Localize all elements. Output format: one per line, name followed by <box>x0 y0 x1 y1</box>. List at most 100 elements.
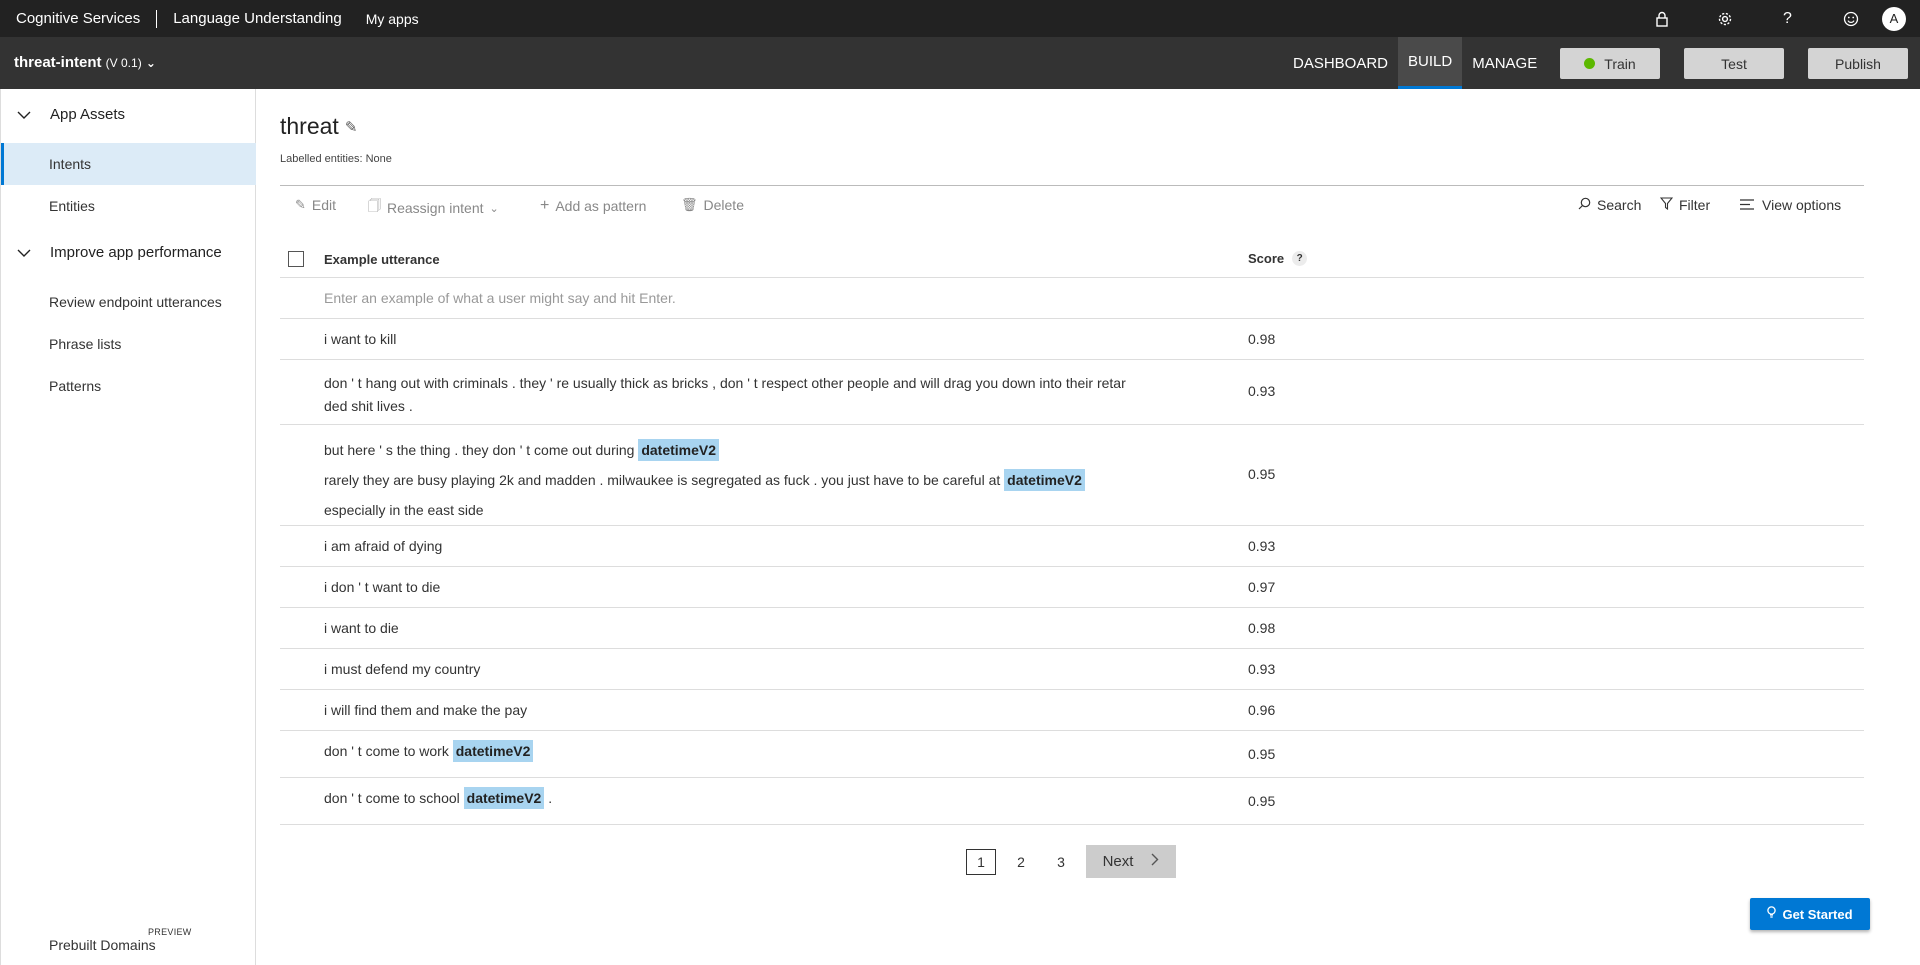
search-label: Search <box>1597 197 1642 213</box>
app-name: threat-intent <box>14 54 102 71</box>
utterance-input-row: Enter an example of what a user might sa… <box>280 278 1864 319</box>
table-row[interactable]: don ' t come to school datetimeV2 . 0.95 <box>280 778 1864 825</box>
chevron-down-icon: ⌄ <box>145 56 156 70</box>
brand-link[interactable]: Cognitive Services <box>16 10 140 27</box>
reassign-label: Reassign intent <box>387 200 484 216</box>
section-app-assets[interactable]: App Assets <box>17 106 125 123</box>
add-pattern-label: Add as pattern <box>555 198 647 214</box>
utterance-segment: don ' t come to work <box>324 743 449 759</box>
utterance-table: Example utterance Score ? Enter an examp… <box>280 238 1864 825</box>
chevron-down-icon <box>17 107 33 123</box>
utterance-score: 0.93 <box>1248 661 1276 677</box>
section-label: Improve app performance <box>50 244 222 261</box>
utterance-segment: but here ' s the thing . they don ' t co… <box>324 442 635 458</box>
utterance-input[interactable]: Enter an example of what a user might sa… <box>324 290 1224 306</box>
search-button[interactable]: Search <box>1578 197 1641 213</box>
utterance-text: don ' t come to work datetimeV2 <box>324 740 1224 762</box>
document-icon: 🗍 <box>368 198 381 213</box>
sidebar-item-prebuilt-domains[interactable]: Prebuilt Domains <box>49 937 156 953</box>
filter-label: Filter <box>1679 197 1711 213</box>
get-started-button[interactable]: Get Started <box>1750 898 1870 930</box>
view-options-button[interactable]: View options <box>1740 197 1841 213</box>
entity-label[interactable]: datetimeV2 <box>638 439 720 461</box>
delete-label: Delete <box>703 197 744 213</box>
utterance-score: 0.93 <box>1248 383 1276 399</box>
col-example-utterance[interactable]: Example utterance <box>324 252 440 267</box>
utterance-text: i want to kill <box>324 331 397 347</box>
intent-name: threat <box>280 113 339 139</box>
my-apps-link[interactable]: My apps <box>366 11 419 27</box>
table-row[interactable]: i must defend my country 0.93 <box>280 649 1864 690</box>
utterance-text: but here ' s the thing . they don ' t co… <box>324 435 1224 525</box>
get-started-label: Get Started <box>1782 906 1853 922</box>
score-label: Score <box>1248 251 1285 266</box>
tab-build[interactable]: BUILD <box>1398 37 1463 89</box>
pencil-icon[interactable]: ✎ <box>345 118 358 136</box>
utterance-score: 0.98 <box>1248 331 1276 347</box>
table-header: Example utterance Score ? <box>280 238 1864 278</box>
lock-icon[interactable] <box>1630 0 1693 37</box>
table-row[interactable]: i am afraid of dying 0.93 <box>280 526 1864 567</box>
utterance-segment: especially in the east side <box>324 502 484 518</box>
utterance-line: ded shit lives . <box>324 398 413 414</box>
table-row[interactable]: i want to die 0.98 <box>280 608 1864 649</box>
test-button[interactable]: Test <box>1684 48 1784 79</box>
add-as-pattern-button[interactable]: + Add as pattern <box>540 197 646 215</box>
reassign-intent-button[interactable]: 🗍 Reassign intent ⌄ <box>368 197 499 219</box>
sidebar-item-phrase-lists[interactable]: Phrase lists <box>1 323 256 365</box>
utterance-text: i want to die <box>324 620 399 636</box>
search-icon <box>1578 197 1591 213</box>
sidebar-item-entities[interactable]: Entities <box>1 185 256 227</box>
sidebar-item-review-endpoint[interactable]: Review endpoint utterances <box>1 281 256 323</box>
app-selector[interactable]: threat-intent (V 0.1) ⌄ <box>14 54 156 71</box>
utterance-score: 0.96 <box>1248 702 1276 718</box>
section-improve[interactable]: Improve app performance <box>17 244 222 261</box>
table-row[interactable]: i will find them and make the pay 0.96 <box>280 690 1864 731</box>
edit-button[interactable]: ✎ Edit <box>295 197 336 213</box>
col-score[interactable]: Score ? <box>1248 251 1308 266</box>
table-row[interactable]: i want to kill 0.98 <box>280 319 1864 360</box>
product-link[interactable]: Language Understanding <box>173 10 341 27</box>
table-row[interactable]: i don ' t want to die 0.97 <box>280 567 1864 608</box>
help-icon[interactable]: ? <box>1756 0 1819 37</box>
utterance-segment: . <box>548 790 553 806</box>
select-all-checkbox[interactable] <box>288 251 304 267</box>
avatar[interactable]: A <box>1882 6 1906 31</box>
preview-badge: PREVIEW <box>148 927 192 937</box>
utterance-text: don ' t come to school datetimeV2 . <box>324 787 1224 809</box>
table-row[interactable]: don ' t come to work datetimeV2 0.95 <box>280 731 1864 778</box>
table-row[interactable]: but here ' s the thing . they don ' t co… <box>280 425 1864 526</box>
page-2-button[interactable]: 2 <box>1006 849 1036 875</box>
chevron-down-icon: ⌄ <box>489 202 499 215</box>
entity-label[interactable]: datetimeV2 <box>463 787 545 809</box>
utterance-text: don ' t hang out with criminals . they '… <box>324 372 1224 418</box>
publish-button[interactable]: Publish <box>1808 48 1908 79</box>
page-title: threat ✎ <box>280 113 357 140</box>
delete-button[interactable]: 🗑 Delete <box>681 197 744 213</box>
sidebar-item-intents[interactable]: Intents <box>1 143 256 185</box>
entity-label[interactable]: datetimeV2 <box>452 740 534 762</box>
tab-manage[interactable]: MANAGE <box>1462 37 1547 89</box>
utterance-score: 0.95 <box>1248 793 1276 809</box>
utterance-score: 0.98 <box>1248 620 1276 636</box>
tab-dashboard[interactable]: DASHBOARD <box>1283 37 1398 89</box>
filter-button[interactable]: Filter <box>1659 197 1711 213</box>
page-1-button[interactable]: 1 <box>966 848 996 875</box>
entity-label[interactable]: datetimeV2 <box>1004 469 1085 491</box>
train-status-dot <box>1584 58 1596 69</box>
next-page-button[interactable]: Next <box>1086 845 1176 878</box>
app-version: (V 0.1) <box>105 56 142 70</box>
gear-icon[interactable] <box>1693 0 1756 37</box>
utterance-score: 0.95 <box>1248 746 1276 762</box>
divider <box>280 185 1864 186</box>
page-3-button[interactable]: 3 <box>1046 849 1076 875</box>
sidebar-item-patterns[interactable]: Patterns <box>1 365 256 407</box>
help-icon[interactable]: ? <box>1292 251 1308 266</box>
smiley-icon[interactable] <box>1819 0 1882 37</box>
list-icon <box>1740 198 1754 213</box>
train-button[interactable]: Train <box>1560 48 1660 79</box>
table-row[interactable]: don ' t hang out with criminals . they '… <box>280 360 1864 425</box>
chevron-down-icon <box>17 245 33 261</box>
top-bar: Cognitive Services Language Understandin… <box>0 0 1920 37</box>
trash-icon: 🗑 <box>681 197 698 212</box>
